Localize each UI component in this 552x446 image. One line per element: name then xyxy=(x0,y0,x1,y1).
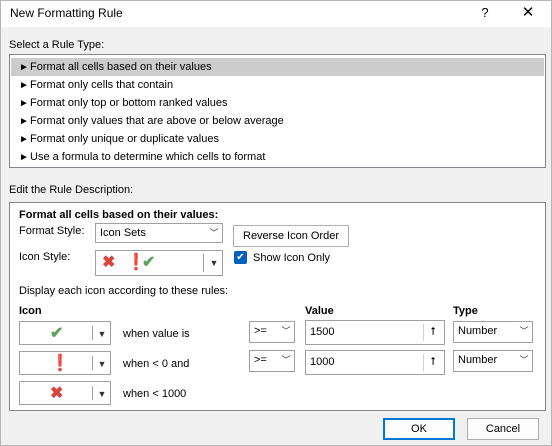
divider xyxy=(92,386,93,400)
rule-type-item-average[interactable]: ►Format only values that are above or be… xyxy=(11,112,544,130)
divider xyxy=(92,326,93,340)
dialog: New Formatting Rule ? ✕ Select a Rule Ty… xyxy=(0,0,552,446)
format-style-select[interactable]: Icon Sets ﹀ xyxy=(95,223,223,243)
show-icon-only-checkbox[interactable]: ✔ xyxy=(234,251,247,264)
rule-type-item-formula[interactable]: ►Use a formula to determine which cells … xyxy=(11,148,544,166)
operator-value: >= xyxy=(254,325,267,337)
operator-select-2[interactable]: >= ﹀ xyxy=(249,350,295,372)
operator-select-1[interactable]: >= ﹀ xyxy=(249,321,295,343)
caret-down-icon: ▼ xyxy=(209,258,219,268)
type-select-1[interactable]: Number ﹀ xyxy=(453,321,533,343)
rule-type-item-label: Format only values that are above or bel… xyxy=(30,115,284,127)
rule-type-item-label: Format only cells that contain xyxy=(30,79,174,91)
red-x-icon: ✖ xyxy=(50,385,64,402)
value-text: 1500 xyxy=(310,326,335,338)
operator-value: >= xyxy=(254,354,267,366)
rule-type-item-all-cells[interactable]: ►Format all cells based on their values xyxy=(11,58,544,76)
arrow-icon: ► xyxy=(19,152,29,163)
type-value: Number xyxy=(458,325,498,337)
chevron-down-icon: ﹀ xyxy=(519,355,529,365)
arrow-icon: ► xyxy=(19,134,29,145)
dialog-title: New Formatting Rule xyxy=(10,6,123,20)
column-header-icon: Icon xyxy=(19,305,42,317)
value-field-2[interactable]: 1000 ⭡ xyxy=(305,350,445,375)
rule-type-item-label: Format only top or bottom ranked values xyxy=(30,97,228,109)
icon-select-1[interactable]: ✔ ▼ xyxy=(19,321,111,345)
icon-select-3[interactable]: ✖ ▼ xyxy=(19,381,111,405)
caret-down-icon: ▼ xyxy=(97,329,107,339)
type-select-2[interactable]: Number ﹀ xyxy=(453,350,533,372)
chevron-down-icon: ﹀ xyxy=(281,355,291,365)
rule-type-item-unique[interactable]: ►Format only unique or duplicate values xyxy=(11,130,544,148)
column-header-type: Type xyxy=(453,305,478,317)
yellow-exclamation-icon: ❗ xyxy=(50,355,70,372)
rule-type-item-label: Format all cells based on their values xyxy=(30,61,212,73)
rule-type-item-label: Use a formula to determine which cells t… xyxy=(30,151,266,163)
description-heading: Format all cells based on their values: xyxy=(19,209,219,221)
rule-type-item-label: Format only unique or duplicate values xyxy=(30,133,219,145)
title-bar: New Formatting Rule ? ✕ xyxy=(1,1,551,27)
value-text: 1000 xyxy=(310,356,335,368)
chevron-down-icon: ﹀ xyxy=(281,326,291,336)
ok-button[interactable]: OK xyxy=(383,418,455,440)
caret-down-icon: ▼ xyxy=(97,359,107,369)
divider xyxy=(92,356,93,370)
icon-style-label: Icon Style: xyxy=(19,251,71,263)
value-field-1[interactable]: 1500 ⭡ xyxy=(305,320,445,345)
arrow-icon: ► xyxy=(19,62,29,73)
reverse-icon-order-button[interactable]: Reverse Icon Order xyxy=(233,225,349,247)
arrow-icon: ► xyxy=(19,116,29,127)
cancel-button[interactable]: Cancel xyxy=(467,418,539,440)
show-icon-only-label: Show Icon Only xyxy=(253,252,331,264)
rule-condition-text: when value is xyxy=(123,328,190,340)
green-check-icon: ✔ xyxy=(142,254,156,271)
green-check-icon: ✔ xyxy=(50,325,64,342)
range-select-icon[interactable]: ⭡ xyxy=(423,354,442,371)
close-button[interactable]: ✕ xyxy=(519,3,537,23)
caret-down-icon: ▼ xyxy=(97,389,107,399)
type-value: Number xyxy=(458,354,498,366)
rule-condition-text: when < 1000 xyxy=(123,388,187,400)
help-button[interactable]: ? xyxy=(477,3,493,23)
icon-select-2[interactable]: ❗ ▼ xyxy=(19,351,111,375)
column-header-value: Value xyxy=(305,305,334,317)
arrow-icon: ► xyxy=(19,80,29,91)
rule-type-label: Select a Rule Type: xyxy=(9,39,105,51)
format-style-label: Format Style: xyxy=(19,225,85,237)
rule-description-label: Edit the Rule Description: xyxy=(9,184,134,196)
format-style-value: Icon Sets xyxy=(100,227,146,239)
chevron-down-icon: ﹀ xyxy=(519,326,529,336)
icon-style-select[interactable]: ✖ ❗ ✔ ▼ xyxy=(95,250,223,276)
rule-type-item-contain[interactable]: ►Format only cells that contain xyxy=(11,76,544,94)
arrow-icon: ► xyxy=(19,98,29,109)
rules-label: Display each icon according to these rul… xyxy=(19,285,229,297)
divider xyxy=(203,254,204,272)
red-x-icon: ✖ xyxy=(102,254,116,271)
rule-condition-text: when < 0 and xyxy=(123,358,190,370)
range-select-icon[interactable]: ⭡ xyxy=(423,324,442,341)
rule-type-item-ranked[interactable]: ►Format only top or bottom ranked values xyxy=(11,94,544,112)
chevron-down-icon: ﹀ xyxy=(209,228,219,238)
rule-type-list[interactable]: ►Format all cells based on their values … xyxy=(9,54,546,168)
